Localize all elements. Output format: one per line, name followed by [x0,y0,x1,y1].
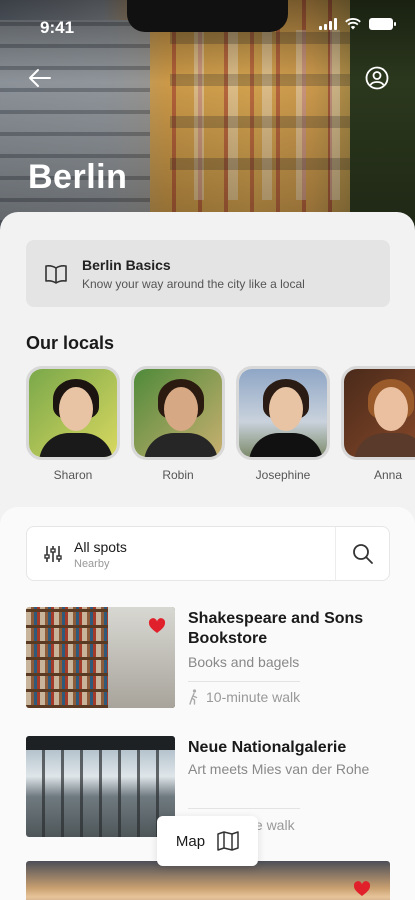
profile-icon[interactable] [365,66,389,90]
spot-description: Art meets Mies van der Rohe [188,761,370,777]
avatar [236,366,330,460]
status-icons [319,18,396,30]
local-name: Anna [373,468,403,482]
map-label: Map [175,832,206,850]
walk-icon [189,689,198,705]
local-josephine[interactable]: Josephine [236,366,330,482]
basics-title: Berlin Basics [82,256,171,273]
heart-icon[interactable] [148,618,166,634]
spot-title: Shakespeare and Sons Bookstore [188,610,364,647]
map-icon [217,831,239,851]
wifi-icon [345,18,361,30]
basics-card[interactable]: Berlin Basics Know your way around the c… [26,240,390,307]
map-button[interactable]: Map [157,816,258,866]
spot-image[interactable] [26,861,390,900]
signal-icon [319,18,337,30]
battery-icon [369,18,396,30]
avatar [341,366,415,460]
heart-icon[interactable] [353,881,371,897]
spot-image [26,736,175,837]
book-icon [45,264,67,284]
locals-heading: Our locals [26,333,115,353]
walk-info: 10-minute walk [188,689,300,705]
filter-subtitle: Nearby [74,558,110,570]
status-time: 9:41 [40,18,75,37]
device-notch [127,0,288,32]
sliders-icon [44,546,62,562]
basics-text: Berlin Basics Know your way around the c… [82,257,305,291]
walk-text: 10-minute walk [206,689,301,705]
search-button[interactable] [335,527,389,580]
divider [188,808,300,809]
local-sharon[interactable]: Sharon [26,366,120,482]
filter-title: All spots [74,539,127,555]
basics-subtitle: Know your way around the city like a loc… [82,276,305,291]
local-name: Sharon [53,468,93,482]
local-name: Robin [162,468,194,482]
spot-description: Books and bagels [188,654,300,670]
local-anna[interactable]: Anna [341,366,415,482]
local-robin[interactable]: Robin [131,366,225,482]
avatar [131,366,225,460]
local-name: Josephine [255,468,311,482]
back-arrow-icon[interactable] [26,64,54,92]
spot-title: Neue Nationalgalerie [188,739,347,756]
avatar [26,366,120,460]
divider [188,681,300,682]
filter-bar[interactable]: All spots Nearby [26,526,390,581]
spot-card[interactable]: Shakespeare and Sons Bookstore Books and… [26,607,390,712]
locals-list: Sharon Robin Josephine Anna [26,366,415,482]
search-icon [352,543,373,564]
content-sheet: Berlin Basics Know your way around the c… [0,212,415,512]
page-title: Berlin [28,158,128,196]
